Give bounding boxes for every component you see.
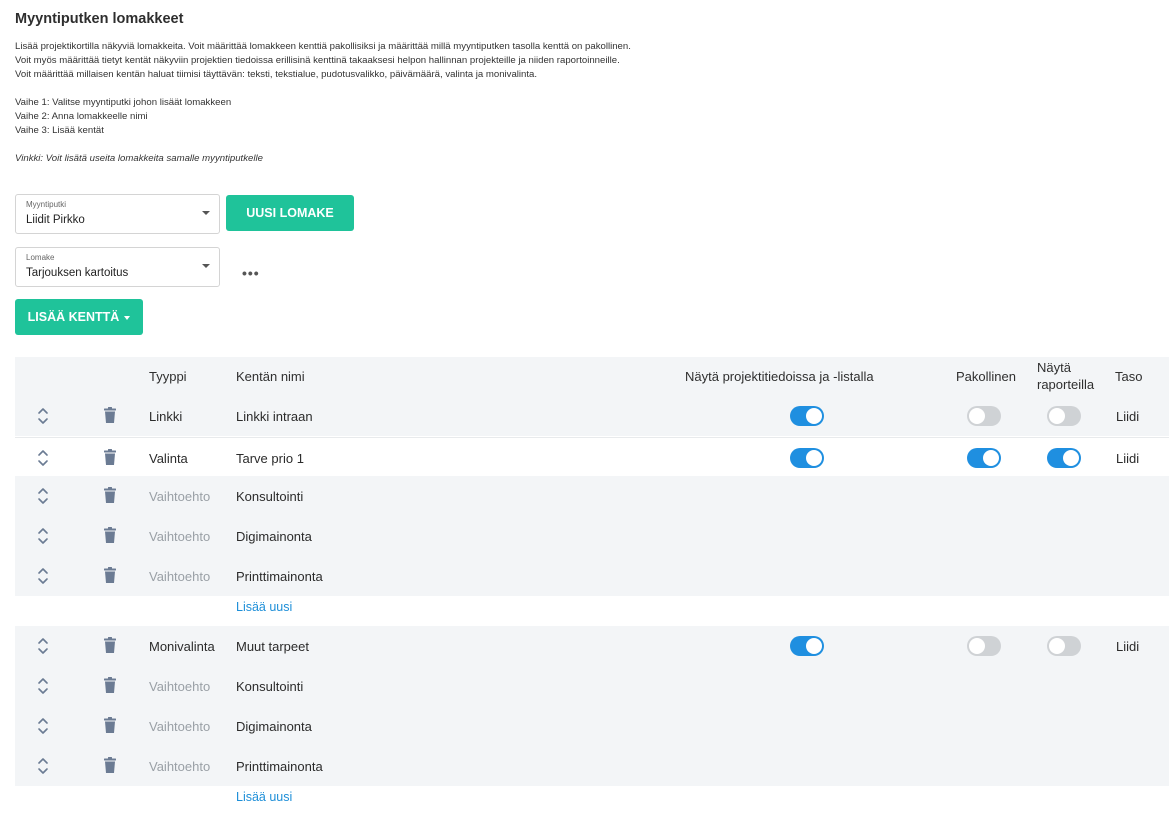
- row-level: Liidi: [1116, 638, 1140, 654]
- table-row: Valinta Tarve prio 1 Liidi: [15, 437, 1169, 478]
- trash-icon[interactable]: [104, 487, 116, 503]
- new-form-button[interactable]: UUSI LOMAKE: [226, 195, 354, 231]
- table-row: Linkki Linkki intraan Liidi: [15, 396, 1169, 436]
- form-select[interactable]: Lomake Tarjouksen kartoitus: [15, 247, 220, 287]
- sort-handle-icon[interactable]: [37, 717, 49, 735]
- header-show-in-project: Näytä projektitiedoissa ja -listalla: [685, 369, 874, 384]
- trash-icon[interactable]: [104, 449, 116, 465]
- row-type: Vaihtoehto: [149, 488, 211, 504]
- row-level: Liidi: [1116, 450, 1140, 466]
- more-options-icon[interactable]: •••: [242, 265, 260, 281]
- pipeline-select[interactable]: Myyntiputki Liidit Pirkko: [15, 194, 220, 234]
- required-toggle[interactable]: [967, 448, 1001, 468]
- row-type: Vaihtoehto: [149, 568, 211, 584]
- table-row: Vaihtoehto Digimainonta: [15, 706, 1169, 746]
- row-type: Vaihtoehto: [149, 678, 211, 694]
- header-required: Pakollinen: [956, 369, 1016, 384]
- show-in-project-toggle[interactable]: [790, 406, 824, 426]
- row-level: Liidi: [1116, 408, 1140, 424]
- show-in-reports-toggle[interactable]: [1047, 406, 1081, 426]
- step-line: Vaihe 1: Valitse myyntiputki johon lisää…: [15, 97, 232, 108]
- row-field-name: Digimainonta: [236, 528, 312, 544]
- page-title: Myyntiputken lomakkeet: [15, 11, 184, 27]
- table-row: Monivalinta Muut tarpeet Liidi: [15, 626, 1169, 666]
- row-type: Monivalinta: [149, 638, 215, 654]
- add-field-button-label: LISÄÄ KENTTÄ: [27, 310, 120, 324]
- header-type: Tyyppi: [149, 369, 187, 384]
- form-select-value: Tarjouksen kartoitus: [26, 267, 129, 279]
- row-type: Vaihtoehto: [149, 758, 211, 774]
- table-row: Vaihtoehto Digimainonta: [15, 516, 1169, 556]
- step-line: Vaihe 2: Anna lomakkeelle nimi: [15, 111, 148, 122]
- table-row: Vaihtoehto Printtimainonta: [15, 746, 1169, 786]
- row-field-name: Konsultointi: [236, 678, 304, 694]
- sort-handle-icon[interactable]: [37, 449, 49, 467]
- row-field-name: Konsultointi: [236, 488, 304, 504]
- table-header: Tyyppi Kentän nimi Näytä projektitiedois…: [15, 357, 1169, 396]
- row-type: Linkki: [149, 408, 183, 424]
- row-field-name: Printtimainonta: [236, 758, 323, 774]
- sort-handle-icon[interactable]: [37, 567, 49, 585]
- row-field-name: Digimainonta: [236, 718, 312, 734]
- row-type: Vaihtoehto: [149, 528, 211, 544]
- header-show-in-reports: raporteilla: [1037, 377, 1095, 392]
- trash-icon[interactable]: [104, 677, 116, 693]
- row-field-name: Tarve prio 1: [236, 450, 304, 466]
- add-field-button[interactable]: LISÄÄ KENTTÄ: [15, 299, 143, 335]
- page-description: Lisää projektikortilla näkyviä lomakkeit…: [15, 40, 631, 166]
- header-show-in-reports: Näytä: [1037, 360, 1071, 375]
- sort-handle-icon[interactable]: [37, 407, 49, 425]
- row-type: Valinta: [149, 450, 188, 466]
- show-in-project-toggle[interactable]: [790, 448, 824, 468]
- trash-icon[interactable]: [104, 527, 116, 543]
- sort-handle-icon[interactable]: [37, 527, 49, 545]
- row-field-name: Printtimainonta: [236, 568, 323, 584]
- description-line: Voit myös määrittää tietyt kentät näkyvi…: [15, 55, 620, 66]
- table-row: Vaihtoehto Konsultointi: [15, 476, 1169, 516]
- tip-text: Vinkki: Voit lisätä useita lomakkeita sa…: [15, 153, 263, 164]
- chevron-down-icon: [202, 211, 210, 215]
- table-row: Vaihtoehto Printtimainonta: [15, 556, 1169, 596]
- table-row: Vaihtoehto Konsultointi: [15, 666, 1169, 706]
- required-toggle[interactable]: [967, 406, 1001, 426]
- header-name: Kentän nimi: [236, 369, 305, 384]
- row-field-name: Linkki intraan: [236, 408, 313, 424]
- trash-icon[interactable]: [104, 567, 116, 583]
- trash-icon[interactable]: [104, 407, 116, 423]
- sort-handle-icon[interactable]: [37, 487, 49, 505]
- header-level: Taso: [1115, 369, 1143, 384]
- form-select-label: Lomake: [26, 253, 55, 262]
- sort-handle-icon[interactable]: [37, 677, 49, 695]
- trash-icon[interactable]: [104, 637, 116, 653]
- row-type: Vaihtoehto: [149, 718, 211, 734]
- sort-handle-icon[interactable]: [37, 637, 49, 655]
- description-line: Lisää projektikortilla näkyviä lomakkeit…: [15, 41, 631, 52]
- sort-handle-icon[interactable]: [37, 757, 49, 775]
- caret-down-icon: [124, 315, 131, 320]
- show-in-reports-toggle[interactable]: [1047, 448, 1081, 468]
- trash-icon[interactable]: [104, 717, 116, 733]
- row-field-name: Muut tarpeet: [236, 638, 309, 654]
- pipeline-select-label: Myyntiputki: [26, 200, 67, 209]
- step-line: Vaihe 3: Lisää kentät: [15, 125, 104, 136]
- show-in-reports-toggle[interactable]: [1047, 636, 1081, 656]
- new-form-button-label: UUSI LOMAKE: [246, 206, 334, 220]
- add-new-option-link[interactable]: Lisää uusi: [236, 790, 292, 804]
- pipeline-select-value: Liidit Pirkko: [26, 214, 85, 226]
- add-new-option-link[interactable]: Lisää uusi: [236, 600, 292, 614]
- chevron-down-icon: [202, 264, 210, 268]
- description-line: Voit määrittää millaisen kentän haluat t…: [15, 69, 538, 80]
- trash-icon[interactable]: [104, 757, 116, 773]
- show-in-project-toggle[interactable]: [790, 636, 824, 656]
- required-toggle[interactable]: [967, 636, 1001, 656]
